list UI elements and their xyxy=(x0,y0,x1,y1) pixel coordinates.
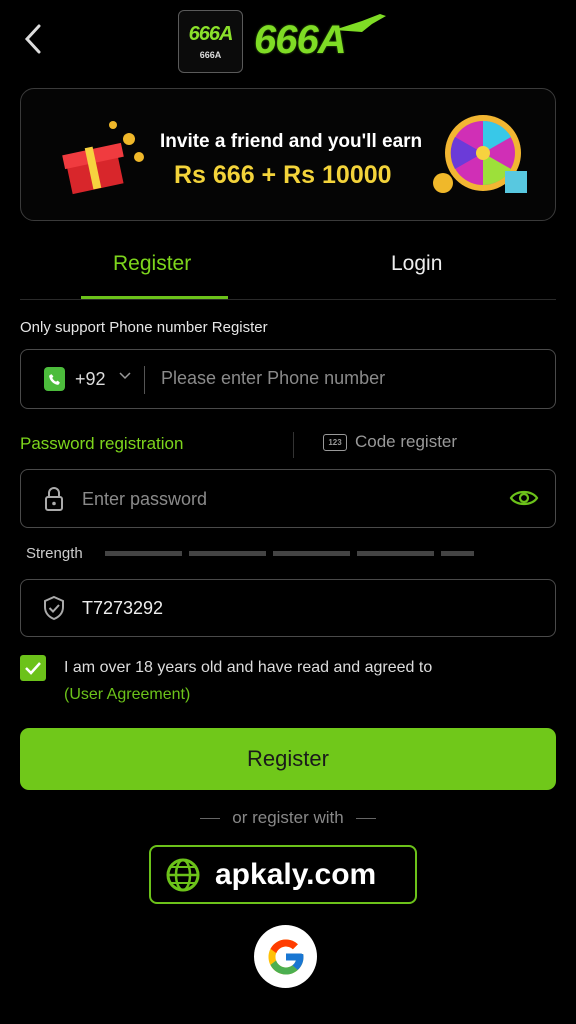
gift-box-icon xyxy=(62,121,144,195)
mode-password-registration[interactable]: Password registration xyxy=(20,434,183,454)
google-icon xyxy=(268,939,303,974)
invite-code-input[interactable] xyxy=(82,598,522,619)
agreement-checkbox[interactable] xyxy=(20,655,46,681)
promo-banner[interactable]: Invite a friend and you'll earn Rs 666 +… xyxy=(20,88,556,221)
shield-check-icon xyxy=(44,595,64,621)
eye-icon[interactable] xyxy=(509,487,539,509)
google-signin-button[interactable] xyxy=(254,925,317,988)
country-code-select[interactable]: +92 xyxy=(75,369,106,390)
plane-icon xyxy=(334,14,386,32)
or-register-with: or register with xyxy=(0,808,576,828)
password-field xyxy=(20,469,556,528)
register-button[interactable]: Register xyxy=(20,728,556,790)
strength-bar xyxy=(441,551,474,556)
strength-meter xyxy=(105,551,474,556)
phone-field: +92 xyxy=(20,349,556,409)
user-agreement-link[interactable]: (User Agreement) xyxy=(64,686,190,704)
lock-icon xyxy=(45,487,63,511)
mode-code-label: Code register xyxy=(355,432,458,451)
invite-code-field xyxy=(20,579,556,637)
check-icon xyxy=(25,662,41,675)
phone-input[interactable] xyxy=(161,368,531,389)
agreement-text: I am over 18 years old and have read and… xyxy=(64,659,433,676)
divider xyxy=(293,432,294,458)
password-input[interactable] xyxy=(82,489,482,510)
strength-bar xyxy=(105,551,182,556)
strength-bar xyxy=(189,551,266,556)
watermark-badge: apkaly.com xyxy=(149,845,417,904)
back-button[interactable] xyxy=(18,22,48,56)
mode-code-register[interactable]: 123 Code register xyxy=(323,432,457,452)
divider xyxy=(200,817,221,819)
app-logo-badge: 666A 666A xyxy=(178,10,243,73)
tab-register[interactable]: Register xyxy=(113,252,191,276)
globe-icon xyxy=(166,858,200,891)
strength-bar xyxy=(357,551,434,556)
divider xyxy=(355,817,376,819)
auth-tabs: Register Login xyxy=(20,240,556,300)
active-tab-indicator xyxy=(81,296,228,299)
strength-bar xyxy=(273,551,350,556)
chevron-down-icon[interactable] xyxy=(119,372,131,380)
tab-login[interactable]: Login xyxy=(391,252,442,276)
keypad-icon: 123 xyxy=(323,433,347,451)
or-register-with-label: or register with xyxy=(232,808,344,827)
register-hint: Only support Phone number Register xyxy=(20,319,268,336)
chevron-left-icon xyxy=(24,24,41,54)
watermark-text: apkaly.com xyxy=(215,857,377,891)
register-mode-switch: Password registration 123 Code register xyxy=(20,430,556,460)
divider xyxy=(144,366,145,394)
logo-badge-text: 666A xyxy=(188,23,234,45)
logo-badge-subtext: 666A xyxy=(199,50,222,60)
banner-reward: Rs 666 + Rs 10000 xyxy=(174,161,392,189)
banner-headline: Invite a friend and you'll earn xyxy=(160,131,423,152)
strength-label: Strength xyxy=(26,545,83,562)
phone-icon xyxy=(44,367,65,391)
prize-wheel-icon xyxy=(433,115,527,193)
